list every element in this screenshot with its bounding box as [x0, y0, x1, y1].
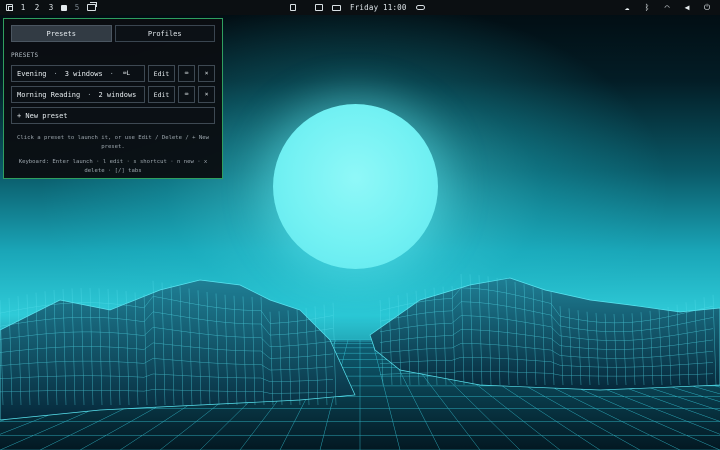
- preset-row-evening: Evening · 3 windows · ⌨L Edit ⌨ ×: [11, 65, 215, 82]
- volume-icon[interactable]: ◀: [682, 3, 692, 12]
- clock[interactable]: Friday 11:00: [350, 3, 407, 12]
- edit-button[interactable]: Edit: [148, 86, 175, 103]
- preset-row-morning-reading: Morning Reading · 2 windows Edit ⌨ ×: [11, 86, 215, 103]
- section-label: PRESETS: [11, 52, 39, 59]
- layout-icon[interactable]: [6, 4, 13, 11]
- tab-profiles[interactable]: Profiles: [114, 25, 215, 42]
- separator: ·: [109, 69, 114, 78]
- delete-button[interactable]: ×: [198, 65, 215, 82]
- preset-launcher-panel: Presets Profiles PRESETS Evening · 3 win…: [3, 18, 223, 179]
- workspace-3[interactable]: 3: [47, 3, 55, 12]
- edit-button[interactable]: Edit: [148, 65, 175, 82]
- delete-button[interactable]: ×: [198, 86, 215, 103]
- panel-tabs: Presets Profiles: [11, 25, 215, 42]
- ghost-icon[interactable]: ☁: [622, 3, 632, 12]
- separator: ·: [87, 90, 92, 99]
- keyboard-hint: Keyboard: Enter launch · l edit · s shor…: [18, 159, 208, 174]
- preset-window-count: 3 windows: [64, 69, 103, 78]
- preset-launch-morning-reading[interactable]: Morning Reading · 2 windows: [11, 86, 145, 103]
- keyboard-icon[interactable]: [332, 4, 341, 11]
- usage-hint: Click a preset to launch it, or use Edit…: [17, 135, 209, 150]
- preset-name: Evening: [17, 69, 47, 78]
- tab-presets[interactable]: Presets: [11, 25, 112, 42]
- monitor-icon[interactable]: [315, 4, 323, 11]
- top-bar: 1 2 3 5 Friday 11:00 ☁ ᛒ ◠ ◀ ⏻: [0, 0, 720, 15]
- shortcut-badge: ⌨L: [122, 70, 131, 77]
- preset-window-count: 2 windows: [98, 90, 137, 99]
- windows-icon[interactable]: [87, 2, 97, 11]
- workspace-1[interactable]: 1: [19, 3, 27, 12]
- preset-launch-evening[interactable]: Evening · 3 windows · ⌨L: [11, 65, 145, 82]
- bluetooth-icon[interactable]: ᛒ: [642, 3, 652, 12]
- system-tray: ☁ ᛒ ◠ ◀ ⏻: [622, 3, 712, 13]
- preset-name: Morning Reading: [17, 90, 81, 99]
- workspace-5[interactable]: 5: [73, 3, 81, 12]
- new-preset-button[interactable]: + New preset: [11, 107, 215, 124]
- workspace-2[interactable]: 2: [33, 3, 41, 12]
- shortcut-button[interactable]: ⌨: [178, 65, 195, 82]
- separator: ·: [53, 69, 58, 78]
- workspace-filled-icon[interactable]: [61, 4, 67, 11]
- wifi-icon[interactable]: ◠: [662, 3, 672, 12]
- workspace-switcher: 1 2 3 5: [0, 2, 97, 12]
- power-icon[interactable]: ⏻: [702, 3, 712, 13]
- cloud-icon[interactable]: [415, 5, 425, 10]
- shortcut-button[interactable]: ⌨: [178, 86, 195, 103]
- note-icon[interactable]: [290, 4, 296, 11]
- topbar-center: Friday 11:00: [290, 3, 425, 12]
